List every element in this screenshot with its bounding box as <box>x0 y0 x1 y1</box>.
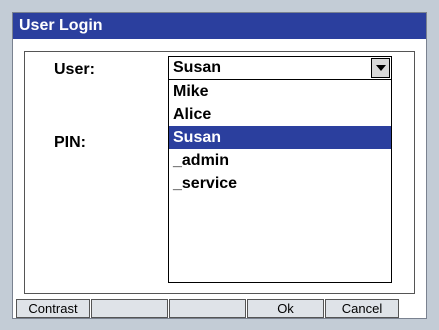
dropdown-option-mike[interactable]: Mike <box>169 80 391 103</box>
blank-button-1[interactable] <box>91 299 168 318</box>
login-window: User Login User: PIN: Susan Mike Alice S… <box>12 12 427 319</box>
user-select-value: Susan <box>173 59 222 76</box>
cancel-button[interactable]: Cancel <box>325 299 399 318</box>
dropdown-option-alice[interactable]: Alice <box>169 103 391 126</box>
button-bar: Contrast Ok Cancel <box>13 299 426 318</box>
dropdown-option-service[interactable]: _service <box>169 172 391 195</box>
ok-button[interactable]: Ok <box>247 299 324 318</box>
dropdown-option-susan[interactable]: Susan <box>169 126 391 149</box>
blank-button-2[interactable] <box>169 299 246 318</box>
window-title: User Login <box>13 13 426 39</box>
pin-label: PIN: <box>54 134 86 151</box>
user-dropdown-list: Mike Alice Susan _admin _service <box>168 79 392 283</box>
dropdown-toggle-button[interactable] <box>371 58 390 78</box>
chevron-down-icon <box>375 65 386 71</box>
user-label: User: <box>54 61 95 78</box>
contrast-button[interactable]: Contrast <box>16 299 90 318</box>
dropdown-option-admin[interactable]: _admin <box>169 149 391 172</box>
user-select[interactable]: Susan <box>168 56 392 80</box>
